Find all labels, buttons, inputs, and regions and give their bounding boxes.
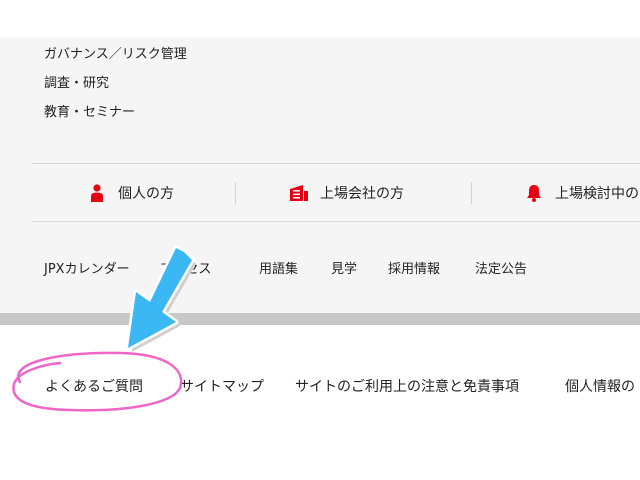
divider-vertical [235, 182, 236, 204]
util-link-public-notice[interactable]: 法定公告 [475, 258, 527, 277]
person-icon [88, 184, 106, 202]
audience-label: 上場検討中の [555, 186, 639, 202]
util-link-tour[interactable]: 見学 [331, 258, 357, 277]
util-link-calendar[interactable]: JPXカレンダー [44, 258, 130, 277]
top-band [0, 0, 640, 37]
divider-vertical [471, 182, 472, 204]
panel-shadow-band [0, 313, 640, 325]
audience-link-listed-company[interactable]: 上場会社の方 [290, 182, 404, 204]
audience-link-individual[interactable]: 個人の方 [88, 182, 174, 204]
bell-icon [525, 184, 543, 202]
util-link-glossary[interactable]: 用語集 [259, 258, 298, 277]
util-link-access[interactable]: アクセス [160, 258, 211, 277]
building-icon [290, 184, 308, 202]
menu-link-governance[interactable]: ガバナンス／リスク管理 [44, 43, 187, 62]
footer-link-terms-disclaimer[interactable]: サイトのご利用上の注意と免責事項 [295, 376, 519, 396]
audience-label: 個人の方 [118, 186, 174, 202]
menu-link-education[interactable]: 教育・セミナー [44, 101, 135, 120]
divider-top [32, 163, 640, 164]
footer-link-faq[interactable]: よくあるご質問 [45, 376, 143, 396]
footer-link-privacy[interactable]: 個人情報の [565, 376, 635, 396]
audience-link-considering-listing[interactable]: 上場検討中の [525, 182, 639, 204]
audience-label: 上場会社の方 [320, 186, 404, 202]
footer-link-sitemap[interactable]: サイトマップ [180, 376, 264, 396]
menu-link-research[interactable]: 調査・研究 [44, 72, 109, 91]
divider-bottom [32, 221, 640, 222]
bottom-footer [0, 325, 640, 480]
util-link-careers[interactable]: 採用情報 [388, 258, 440, 277]
